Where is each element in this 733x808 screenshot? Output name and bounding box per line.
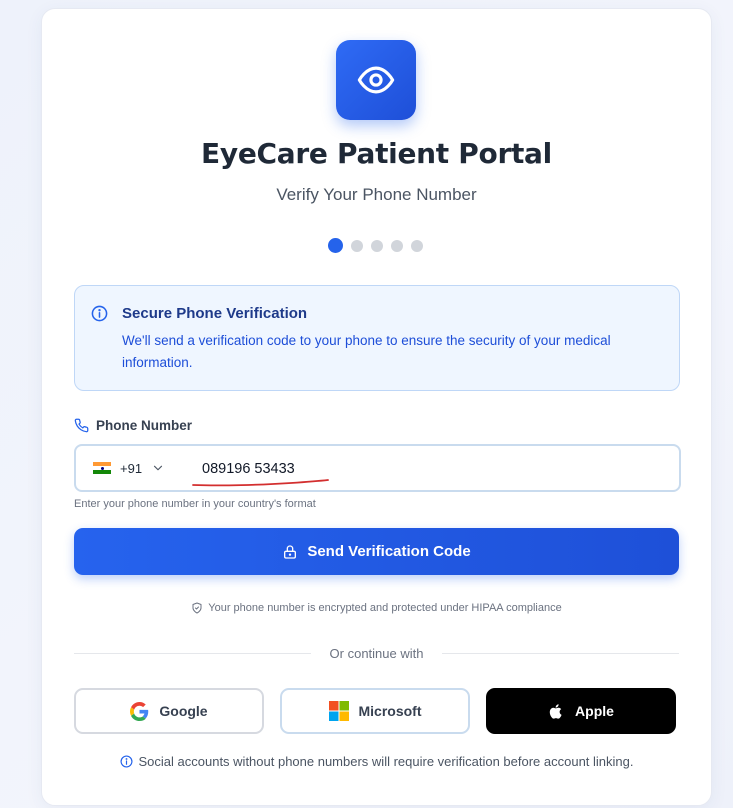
send-button-label: Send Verification Code bbox=[307, 543, 471, 560]
microsoft-icon bbox=[328, 701, 349, 721]
social-linking-note: Social accounts without phone numbers wi… bbox=[42, 754, 711, 769]
send-verification-code-button[interactable]: Send Verification Code bbox=[74, 528, 679, 575]
phone-number-label: Phone Number bbox=[74, 418, 192, 433]
phone-label-text: Phone Number bbox=[96, 418, 193, 433]
divider-text: Or continue with bbox=[311, 646, 442, 661]
apple-button-label: Apple bbox=[575, 703, 614, 719]
eye-icon bbox=[357, 66, 395, 94]
phone-input-group: +91 bbox=[74, 444, 681, 492]
step-dot-2 bbox=[351, 239, 363, 252]
india-flag-icon bbox=[93, 462, 111, 474]
page-title: EyeCare Patient Portal bbox=[201, 137, 552, 170]
verification-card: EyeCare Patient Portal Verify Your Phone… bbox=[41, 8, 712, 806]
step-dot-5 bbox=[411, 239, 423, 252]
apple-icon bbox=[549, 703, 562, 719]
country-code-selector[interactable]: +91 bbox=[93, 446, 165, 490]
step-dot-4 bbox=[391, 239, 403, 252]
google-icon bbox=[130, 701, 149, 721]
info-box-text: We'll send a verification code to your p… bbox=[122, 333, 611, 370]
phone-hint-text: Enter your phone number in your country'… bbox=[74, 498, 316, 510]
lock-icon bbox=[284, 544, 297, 559]
shield-check-icon bbox=[192, 602, 202, 614]
chevron-down-icon bbox=[153, 465, 163, 471]
country-dial-code: +91 bbox=[120, 460, 143, 476]
microsoft-button-label: Microsoft bbox=[358, 703, 422, 719]
google-sign-in-button[interactable]: Google bbox=[74, 688, 264, 734]
app-logo bbox=[336, 40, 416, 120]
info-icon bbox=[91, 305, 108, 322]
step-dot-1-active bbox=[328, 238, 343, 253]
red-underline-annotation bbox=[192, 479, 329, 487]
info-icon bbox=[119, 755, 133, 768]
page-subtitle: Verify Your Phone Number bbox=[276, 185, 477, 204]
apple-sign-in-button[interactable]: Apple bbox=[486, 688, 676, 734]
google-button-label: Google bbox=[159, 703, 208, 719]
security-note: Your phone number is encrypted and prote… bbox=[42, 602, 711, 614]
info-box-title: Secure Phone Verification bbox=[122, 305, 308, 322]
step-progress-indicator bbox=[328, 238, 423, 253]
security-note-text: Your phone number is encrypted and prote… bbox=[208, 602, 562, 614]
phone-icon bbox=[74, 418, 89, 433]
info-box: Secure Phone Verification We'll send a v… bbox=[74, 285, 680, 391]
social-linking-note-text: Social accounts without phone numbers wi… bbox=[138, 754, 634, 769]
step-dot-3 bbox=[371, 239, 383, 252]
microsoft-sign-in-button[interactable]: Microsoft bbox=[280, 688, 470, 734]
